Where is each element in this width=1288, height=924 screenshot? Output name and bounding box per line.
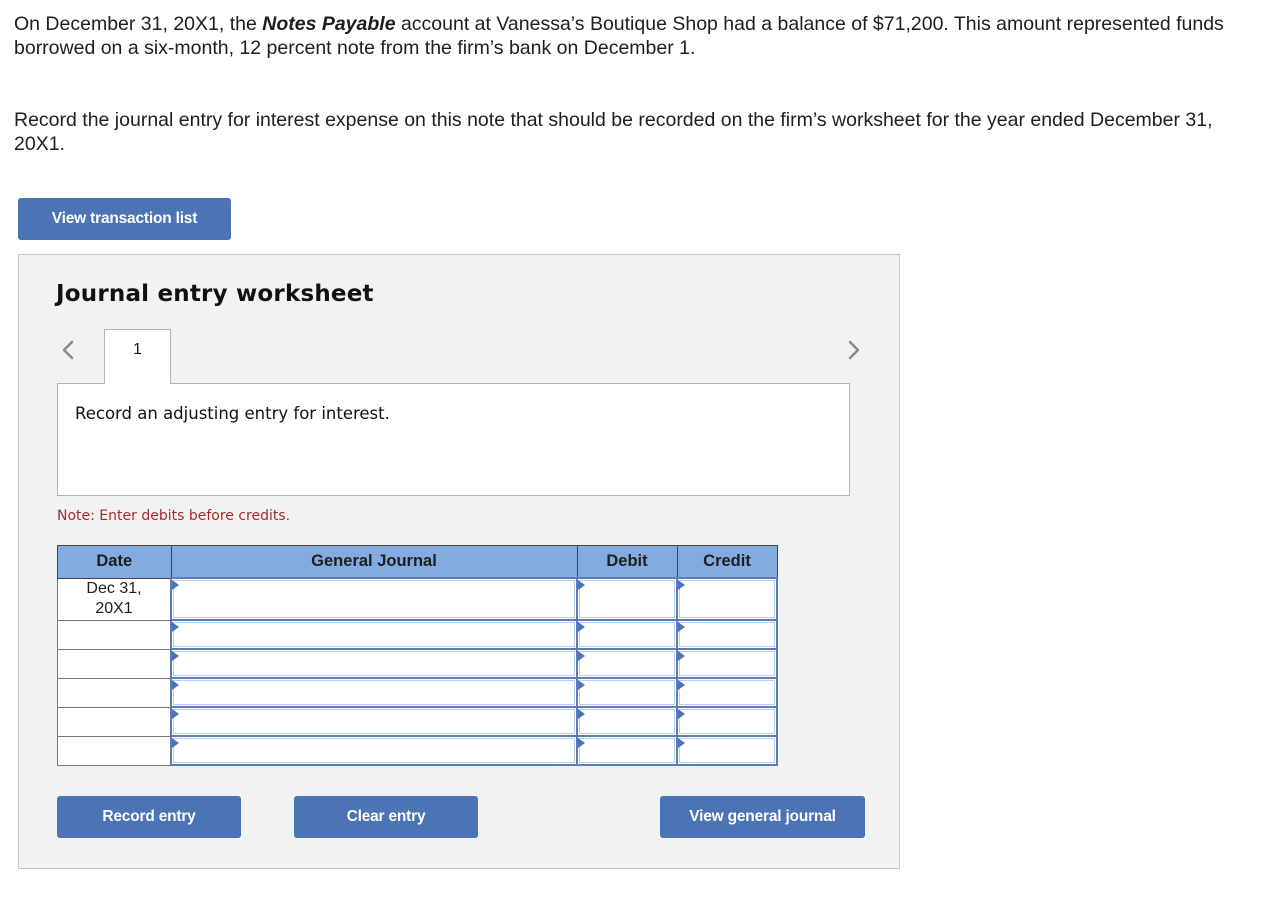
dropdown-marker-icon [678, 738, 685, 748]
view-transaction-list-button[interactable]: View transaction list [18, 198, 231, 240]
account-input[interactable] [170, 677, 578, 708]
account-input[interactable] [170, 706, 578, 737]
account-input[interactable] [170, 735, 578, 766]
debit-column-header: Debit [576, 545, 678, 579]
date-column-header: Date [57, 545, 172, 579]
credit-input[interactable] [676, 735, 778, 766]
credit-input[interactable] [676, 577, 778, 621]
credit-value [679, 651, 775, 676]
dropdown-marker-icon [172, 622, 179, 632]
credit-value [679, 622, 775, 647]
debit-input[interactable] [576, 648, 678, 679]
date-cell: Dec 31, 20X1 [57, 577, 172, 621]
debit-input[interactable] [576, 735, 678, 766]
credit-input[interactable] [676, 648, 778, 679]
journal-table: Date General Journal Debit Credit Dec 31… [57, 545, 778, 766]
dropdown-marker-icon [678, 651, 685, 661]
tab-entry-1[interactable]: 1 [104, 329, 171, 384]
debit-value [579, 622, 675, 647]
dropdown-marker-icon [578, 680, 585, 690]
dropdown-marker-icon [578, 622, 585, 632]
general-journal-column-header: General Journal [170, 545, 578, 579]
dropdown-marker-icon [172, 651, 179, 661]
view-general-journal-button[interactable]: View general journal [660, 796, 865, 838]
problem-statement: On December 31, 20X1, the Notes Payable … [14, 12, 1264, 156]
date-value: Dec 31, 20X1 [86, 579, 142, 617]
dropdown-marker-icon [678, 709, 685, 719]
dropdown-marker-icon [172, 738, 179, 748]
debit-input[interactable] [576, 619, 678, 650]
table-row [57, 619, 778, 650]
account-value [173, 709, 575, 734]
credit-column-header: Credit [676, 545, 778, 579]
dropdown-marker-icon [172, 580, 179, 590]
date-cell [57, 706, 172, 737]
account-input[interactable] [170, 648, 578, 679]
table-row [57, 677, 778, 708]
account-value [173, 622, 575, 647]
date-cell [57, 648, 172, 679]
table-row [57, 735, 778, 766]
credit-value [679, 709, 775, 734]
dropdown-marker-icon [578, 709, 585, 719]
debit-input[interactable] [576, 677, 678, 708]
dropdown-marker-icon [172, 709, 179, 719]
problem-text: On December 31, 20X1, the [14, 13, 263, 35]
debits-before-credits-note: Note: Enter debits before credits. [57, 508, 291, 524]
debit-input[interactable] [576, 577, 678, 621]
account-value [173, 651, 575, 676]
dropdown-marker-icon [578, 651, 585, 661]
account-value [173, 680, 575, 705]
debit-value [579, 738, 675, 763]
date-cell [57, 677, 172, 708]
account-name-emphasis: Notes Payable [262, 13, 396, 35]
record-entry-button[interactable]: Record entry [57, 796, 241, 838]
journal-entry-worksheet-panel: Journal entry worksheet 1 Record an adju… [18, 254, 900, 869]
debit-value [579, 709, 675, 734]
date-cell [57, 619, 172, 650]
dropdown-marker-icon [678, 580, 685, 590]
debit-value [579, 580, 675, 618]
dropdown-marker-icon [172, 680, 179, 690]
debit-value [579, 651, 675, 676]
instruction-box: Record an adjusting entry for interest. [57, 383, 850, 496]
dropdown-marker-icon [578, 738, 585, 748]
credit-value [679, 580, 775, 618]
account-input[interactable] [170, 619, 578, 650]
table-row [57, 706, 778, 737]
dropdown-marker-icon [578, 580, 585, 590]
credit-input[interactable] [676, 706, 778, 737]
account-value [173, 738, 575, 763]
credit-input[interactable] [676, 677, 778, 708]
instruction-text: Record an adjusting entry for interest. [75, 404, 390, 423]
worksheet-title: Journal entry worksheet [56, 281, 374, 307]
clear-entry-button[interactable]: Clear entry [294, 796, 478, 838]
problem-paragraph-1: On December 31, 20X1, the Notes Payable … [14, 12, 1264, 60]
account-input[interactable] [170, 577, 578, 621]
account-value [173, 580, 575, 618]
chevron-right-icon[interactable] [843, 338, 863, 362]
table-row: Dec 31, 20X1 [57, 577, 778, 621]
dropdown-marker-icon [678, 622, 685, 632]
problem-paragraph-2: Record the journal entry for interest ex… [14, 109, 1213, 155]
debit-value [579, 680, 675, 705]
table-row [57, 648, 778, 679]
date-cell [57, 735, 172, 766]
credit-input[interactable] [676, 619, 778, 650]
credit-value [679, 738, 775, 763]
journal-header-row: Date General Journal Debit Credit [57, 545, 778, 579]
chevron-left-icon[interactable] [59, 338, 79, 362]
dropdown-marker-icon [678, 680, 685, 690]
debit-input[interactable] [576, 706, 678, 737]
credit-value [679, 680, 775, 705]
